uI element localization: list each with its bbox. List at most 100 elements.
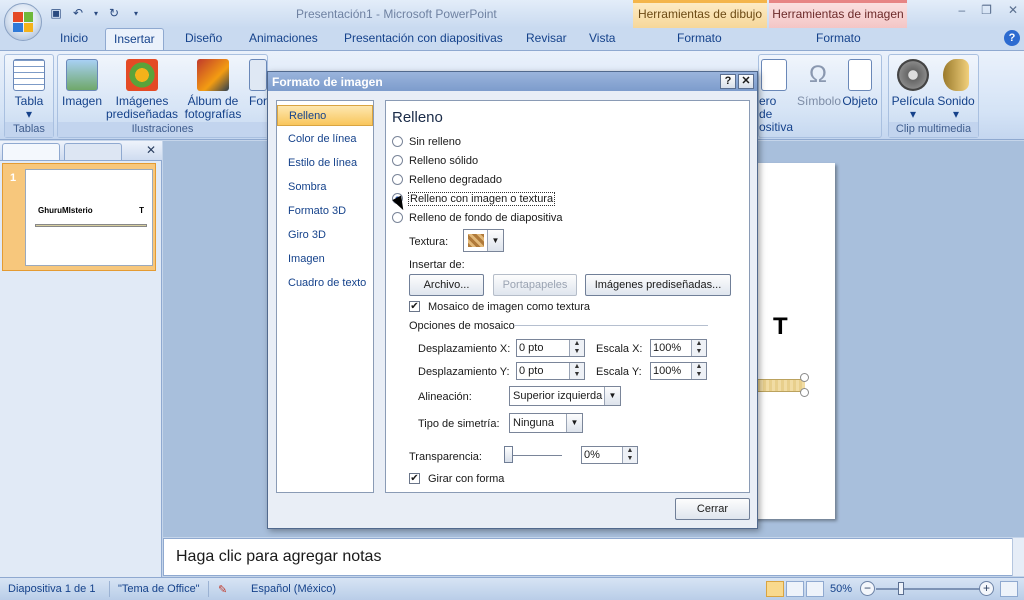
scale-x-label: Escala X: [596,343,643,355]
tab-inicio[interactable]: Inicio [60,31,88,45]
slide-thumbnail-selected[interactable]: 1 GhuruMIsterio T [2,163,156,271]
transparency-value: 0% [584,449,600,461]
photo-album-icon [197,59,229,91]
spinner-arrows-icon[interactable]: ▲ ▼ [691,340,706,356]
radio-circle[interactable] [392,155,403,166]
save-icon[interactable]: ▣ [48,5,64,21]
offset-y-spinner[interactable]: 0 pto ▲ ▼ [516,362,585,380]
slide-canvas[interactable]: T [751,163,835,519]
normal-view-button[interactable] [766,581,784,597]
fit-to-window-button[interactable] [1000,581,1018,597]
tab-insertar[interactable]: Insertar [105,28,164,50]
zoom-level[interactable]: 50% [830,583,852,595]
minimize-icon[interactable]: – [958,3,965,17]
object-button[interactable]: Objeto [841,59,879,108]
mirror-type-dropdown[interactable]: Ninguna ▼ [509,413,583,433]
tile-checkbox[interactable]: ✔ [409,301,420,312]
resize-handle-top[interactable] [800,373,809,382]
spinner-arrows-icon[interactable]: ▲ ▼ [569,340,584,356]
tab-diseno[interactable]: Diseño [185,31,222,45]
movie-button[interactable]: Película ▾ [891,59,935,121]
image-button[interactable]: Imagen [62,59,102,108]
slide-thumbnail[interactable]: GhuruMIsterio T [25,169,153,266]
clipart-button[interactable]: Imágenes prediseñadas [106,59,178,121]
redo-icon[interactable]: ↻ [106,5,122,21]
zoom-out-button[interactable]: − [860,581,875,596]
slide-text-T[interactable]: T [773,313,788,341]
spinner-arrows-icon[interactable]: ▲ ▼ [569,363,584,379]
thumb-shape [35,224,147,227]
alignment-label: Alineación: [418,391,472,403]
nav-formato-3d[interactable]: Formato 3D [277,201,373,222]
restore-icon[interactable]: ❐ [981,3,992,17]
close-dialog-button[interactable]: Cerrar [675,498,750,520]
nav-color-linea[interactable]: Color de línea [277,129,373,150]
nav-cuadro-texto[interactable]: Cuadro de texto [277,273,373,294]
help-icon[interactable]: ? [1004,30,1020,46]
tab-formato-imagen[interactable]: Formato [816,31,861,45]
office-button[interactable] [4,3,42,41]
texture-dropdown-arrow[interactable]: ▼ [487,230,503,251]
pane-close-icon[interactable]: ✕ [146,143,156,157]
transparency-slider-knob[interactable] [504,446,513,463]
selected-textured-shape[interactable] [751,379,805,392]
chevron-down-icon[interactable]: ▼ [604,387,620,405]
chevron-down-icon[interactable]: ▼ [566,414,582,432]
omega-icon: Ω [809,61,827,88]
spinner-arrows-icon[interactable]: ▲ ▼ [691,363,706,379]
slide-info: Diapositiva 1 de 1 [8,583,96,595]
customize-qat-icon[interactable]: ▾ [128,5,144,21]
spellcheck-icon[interactable]: ✎ [218,583,227,596]
status-separator [109,581,110,597]
transparency-spinner[interactable]: 0% ▲ ▼ [581,446,638,464]
slides-tab[interactable] [2,143,60,160]
slide-number-button[interactable]: ero de ositiva [759,59,793,134]
dialog-close-x-button[interactable]: ✕ [738,74,754,89]
scale-x-spinner[interactable]: 100% ▲ ▼ [650,339,707,357]
shapes-button[interactable]: For [248,59,268,108]
window-controls: – ❐ ✕ [958,3,1018,17]
tab-formato-dibujo[interactable]: Formato [677,31,722,45]
nav-giro-3d[interactable]: Giro 3D [277,225,373,246]
sorter-view-button[interactable] [786,581,804,597]
sound-button[interactable]: Sonido ▾ [935,59,977,121]
radio-circle[interactable] [392,174,403,185]
radio-circle[interactable] [392,136,403,147]
nav-imagen[interactable]: Imagen [277,249,373,270]
clipboard-button[interactable]: Portapapeles [493,274,577,296]
texture-picker[interactable]: ▼ [463,229,504,252]
notes-scrollbar[interactable] [1012,538,1024,576]
alignment-dropdown[interactable]: Superior izquierda ▼ [509,386,621,406]
undo-icon[interactable]: ↶ [70,5,86,21]
dialog-help-button[interactable]: ? [720,74,736,89]
symbol-label: Símbolo [797,94,842,108]
table-button[interactable]: Tabla ▾ [11,59,47,121]
clipart-label-2: prediseñadas [106,107,179,121]
nav-estilo-linea[interactable]: Estilo de línea [277,153,373,174]
outline-tab[interactable] [64,143,122,160]
rotate-with-shape-checkbox[interactable]: ✔ [409,473,420,484]
notes-pane[interactable]: Haga clic para agregar notas [163,538,1013,576]
spinner-arrows-icon[interactable]: ▲ ▼ [622,447,637,463]
slideshow-view-button[interactable] [806,581,824,597]
tab-presentacion[interactable]: Presentación con diapositivas [344,31,503,45]
zoom-in-button[interactable]: + [979,581,994,596]
tab-revisar[interactable]: Revisar [526,31,567,45]
nav-relleno[interactable]: Relleno [277,105,373,126]
nav-sombra[interactable]: Sombra [277,177,373,198]
zoom-slider-track[interactable] [876,588,980,590]
undo-dropdown-icon[interactable]: ▾ [92,5,100,21]
language[interactable]: Español (México) [251,583,336,595]
offset-x-spinner[interactable]: 0 pto ▲ ▼ [516,339,585,357]
tab-animaciones[interactable]: Animaciones [249,31,318,45]
theme-name[interactable]: "Tema de Office" [118,583,200,595]
resize-handle-bottom[interactable] [800,388,809,397]
scale-y-spinner[interactable]: 100% ▲ ▼ [650,362,707,380]
tab-vista[interactable]: Vista [589,31,615,45]
insert-file-button[interactable]: Archivo... [409,274,484,296]
close-window-icon[interactable]: ✕ [1008,3,1018,17]
symbol-button[interactable]: Ω Símbolo [797,59,842,108]
clipart-dialog-button[interactable]: Imágenes prediseñadas... [585,274,731,296]
zoom-slider-knob[interactable] [898,582,904,595]
radio-circle[interactable] [392,212,403,223]
